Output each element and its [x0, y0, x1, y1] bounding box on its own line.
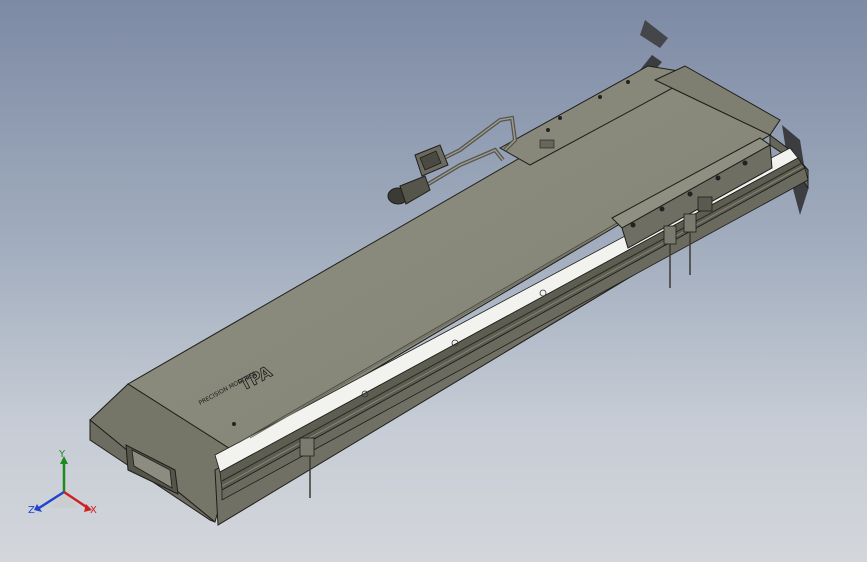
x-axis-label: X [90, 505, 97, 516]
y-axis-label: Y [59, 449, 66, 460]
z-axis-label: Z [28, 505, 35, 516]
base-body [89, 65, 809, 526]
3d-viewport[interactable]: PRECISION MODULES TPA Y Z X [0, 0, 867, 562]
coordinate-triad: Y Z X [24, 450, 104, 522]
linear-module-model[interactable]: PRECISION MODULES TPA [0, 0, 867, 562]
